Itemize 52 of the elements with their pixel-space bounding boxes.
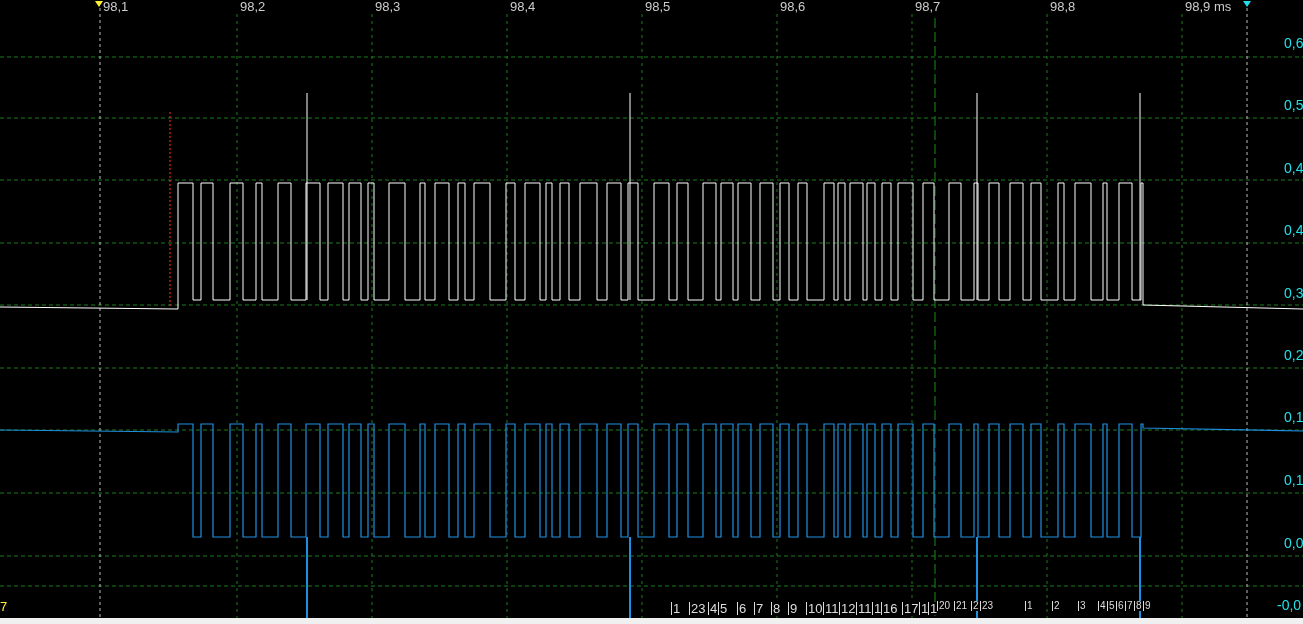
decode-label: 23 bbox=[689, 602, 706, 615]
time-tick-label: 98,1 bbox=[103, 0, 129, 13]
voltage-tick-label: 0,1 bbox=[1284, 410, 1303, 424]
decode-label: 1 bbox=[1025, 601, 1033, 611]
time-tick-label: 98,5 bbox=[645, 0, 671, 13]
decode-label: 8 bbox=[1134, 601, 1142, 611]
time-tick-label: 98,9 ms bbox=[1185, 0, 1232, 13]
decode-label: 7 bbox=[1125, 601, 1133, 611]
decode-label: 6 bbox=[737, 602, 747, 615]
time-tick-label: 98,2 bbox=[240, 0, 266, 13]
decode-label: 5 bbox=[1107, 601, 1115, 611]
decode-label: 1 bbox=[928, 602, 938, 615]
decode-label: 16 bbox=[881, 602, 898, 615]
cursor-marker-icon[interactable] bbox=[95, 1, 103, 7]
decode-label: 2 bbox=[1052, 601, 1060, 611]
decode-label: 23 bbox=[980, 601, 994, 611]
channel-marker: 7 bbox=[0, 600, 8, 613]
decode-label: 12 bbox=[839, 602, 856, 615]
decode-label: 10 bbox=[806, 602, 823, 615]
decode-label: 9 bbox=[1143, 601, 1151, 611]
decode-label: 7 bbox=[754, 602, 764, 615]
decode-label: 3 bbox=[1078, 601, 1086, 611]
voltage-tick-label: 0,1 bbox=[1284, 473, 1303, 487]
decode-label: 11 bbox=[856, 602, 872, 615]
voltage-tick-label: 0,3 bbox=[1284, 286, 1303, 300]
voltage-tick-label: 0,2 bbox=[1284, 348, 1303, 362]
voltage-tick-label: 0,4 bbox=[1284, 161, 1303, 175]
decode-label: 17 bbox=[902, 602, 919, 615]
decode-label: 21 bbox=[954, 601, 968, 611]
time-tick-label: 98,7 bbox=[915, 0, 941, 13]
decode-label: 4 bbox=[708, 602, 718, 615]
decode-label: 2 bbox=[971, 601, 979, 611]
decode-label: 20 bbox=[937, 601, 951, 611]
cursor-line[interactable] bbox=[99, 7, 101, 618]
time-tick-label: 98,8 bbox=[1050, 0, 1076, 13]
voltage-tick-label: 0,4 bbox=[1284, 223, 1303, 237]
decode-label: 8 bbox=[771, 602, 781, 615]
cursor-marker-icon[interactable] bbox=[1243, 1, 1251, 7]
voltage-tick-label: -0,0 bbox=[1277, 598, 1302, 612]
time-tick-label: 98,3 bbox=[375, 0, 401, 13]
cursor-line[interactable] bbox=[1246, 7, 1248, 618]
time-tick-label: 98,4 bbox=[510, 0, 536, 13]
time-tick-label: 98,6 bbox=[780, 0, 806, 13]
voltage-tick-label: 0,0 bbox=[1284, 536, 1303, 550]
decode-label: 1 bbox=[671, 602, 681, 615]
voltage-tick-label: 0,6 bbox=[1284, 36, 1303, 50]
decode-label: 11 bbox=[823, 602, 839, 615]
voltage-tick-label: 0,5 bbox=[1284, 98, 1303, 112]
decode-label: 4 bbox=[1098, 601, 1106, 611]
decode-label: 5 bbox=[718, 602, 728, 615]
decode-label: 6 bbox=[1116, 601, 1124, 611]
decode-label: 9 bbox=[788, 602, 798, 615]
